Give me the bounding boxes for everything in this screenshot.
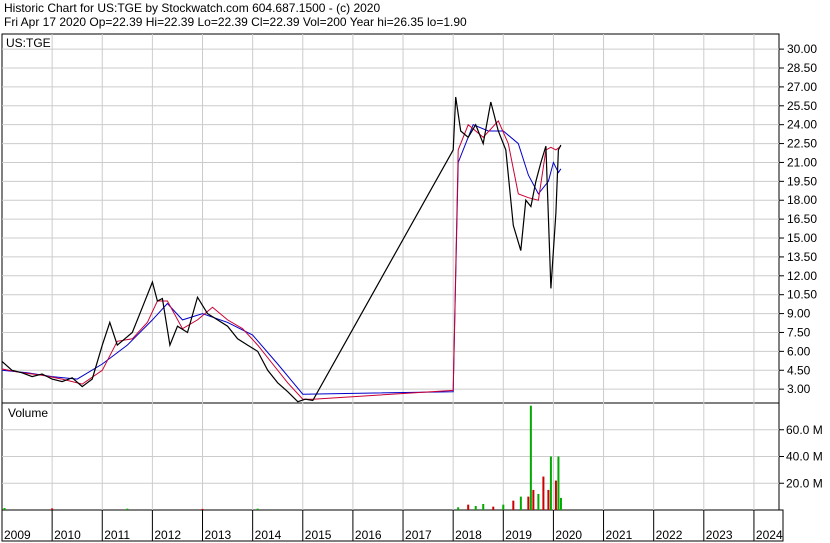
volume-tick-label: 60.0 M (786, 423, 823, 437)
volume-bar (474, 505, 477, 510)
volume-bar (51, 508, 54, 510)
volume-bar (512, 500, 515, 510)
volume-bar (549, 456, 552, 510)
x-tick-label: 2015 (305, 528, 332, 542)
price-tick-label: 16.50 (787, 212, 817, 226)
price-tick-label: 6.00 (787, 344, 811, 358)
price-panel-title: US:TGE (6, 36, 51, 50)
price-tick-label: 22.50 (787, 137, 817, 151)
x-tick-label: 2014 (255, 528, 282, 542)
price-line (1, 96, 562, 403)
price-tick-label: 15.00 (787, 231, 817, 245)
volume-bar (559, 497, 562, 510)
price-tick-label: 27.00 (787, 80, 817, 94)
price-tick-label: 21.00 (787, 155, 817, 169)
volume-bar (201, 508, 204, 510)
price-panel-frame (1, 33, 780, 404)
x-tick-label: 2019 (505, 528, 532, 542)
x-tick-label: 2013 (205, 528, 232, 542)
volume-bar (467, 504, 470, 510)
volume-bar (557, 456, 560, 510)
price-tick-label: 24.00 (787, 118, 817, 132)
volume-tick-label: 20.0 M (786, 476, 823, 490)
x-tick-label: 2017 (405, 528, 432, 542)
price-tick-label: 13.50 (787, 250, 817, 264)
x-tick-label: 2023 (706, 528, 733, 542)
volume-bar (542, 476, 545, 510)
price-tick-label: 12.00 (787, 269, 817, 283)
volume-panel-title: Volume (8, 406, 48, 420)
volume-bar (537, 493, 540, 510)
price-tick-label: 19.50 (787, 174, 817, 188)
volume-bar (256, 508, 259, 510)
x-tick-label: 2021 (606, 528, 633, 542)
volume-bar (492, 506, 495, 510)
volume-bar (527, 496, 530, 510)
volume-bar (3, 507, 6, 510)
price-tick-label: 28.50 (787, 61, 817, 75)
price-tick-label: 18.00 (787, 193, 817, 207)
x-tick-label: 2012 (154, 528, 181, 542)
x-tick-label: 2011 (104, 528, 130, 542)
price-tick-label: 4.50 (787, 363, 811, 377)
x-tick-label: 2018 (455, 528, 482, 542)
volume-bar (482, 503, 485, 510)
x-tick-label: 2022 (656, 528, 683, 542)
volume-bar (532, 489, 535, 510)
price-tick-label: 25.50 (787, 99, 817, 113)
volume-bar (126, 508, 129, 510)
volume-bar (554, 480, 557, 510)
price-tick-label: 30.00 (787, 42, 817, 56)
volume-tick-label: 40.0 M (786, 450, 823, 464)
x-tick-label: 2010 (54, 528, 81, 542)
x-tick-label: 2020 (555, 528, 582, 542)
ma_long-line (1, 124, 562, 395)
x-tick-label: 2009 (4, 528, 31, 542)
price-tick-label: 3.00 (787, 382, 811, 396)
volume-bar (502, 504, 505, 510)
volume-bar (547, 489, 550, 510)
stock-chart: 2009 2010 2011 2012 2013 2014 2015 2016 2017 2018… (1, 33, 823, 542)
price-tick-label: 10.50 (787, 288, 817, 302)
price-tick-label: 7.50 (787, 325, 811, 339)
volume-bar (457, 507, 460, 510)
volume-bar (529, 405, 532, 510)
price-tick-label: 9.00 (787, 307, 811, 321)
x-tick-label: 2024 (756, 528, 783, 542)
volume-bar (519, 496, 522, 510)
x-tick-label: 2016 (355, 528, 382, 542)
